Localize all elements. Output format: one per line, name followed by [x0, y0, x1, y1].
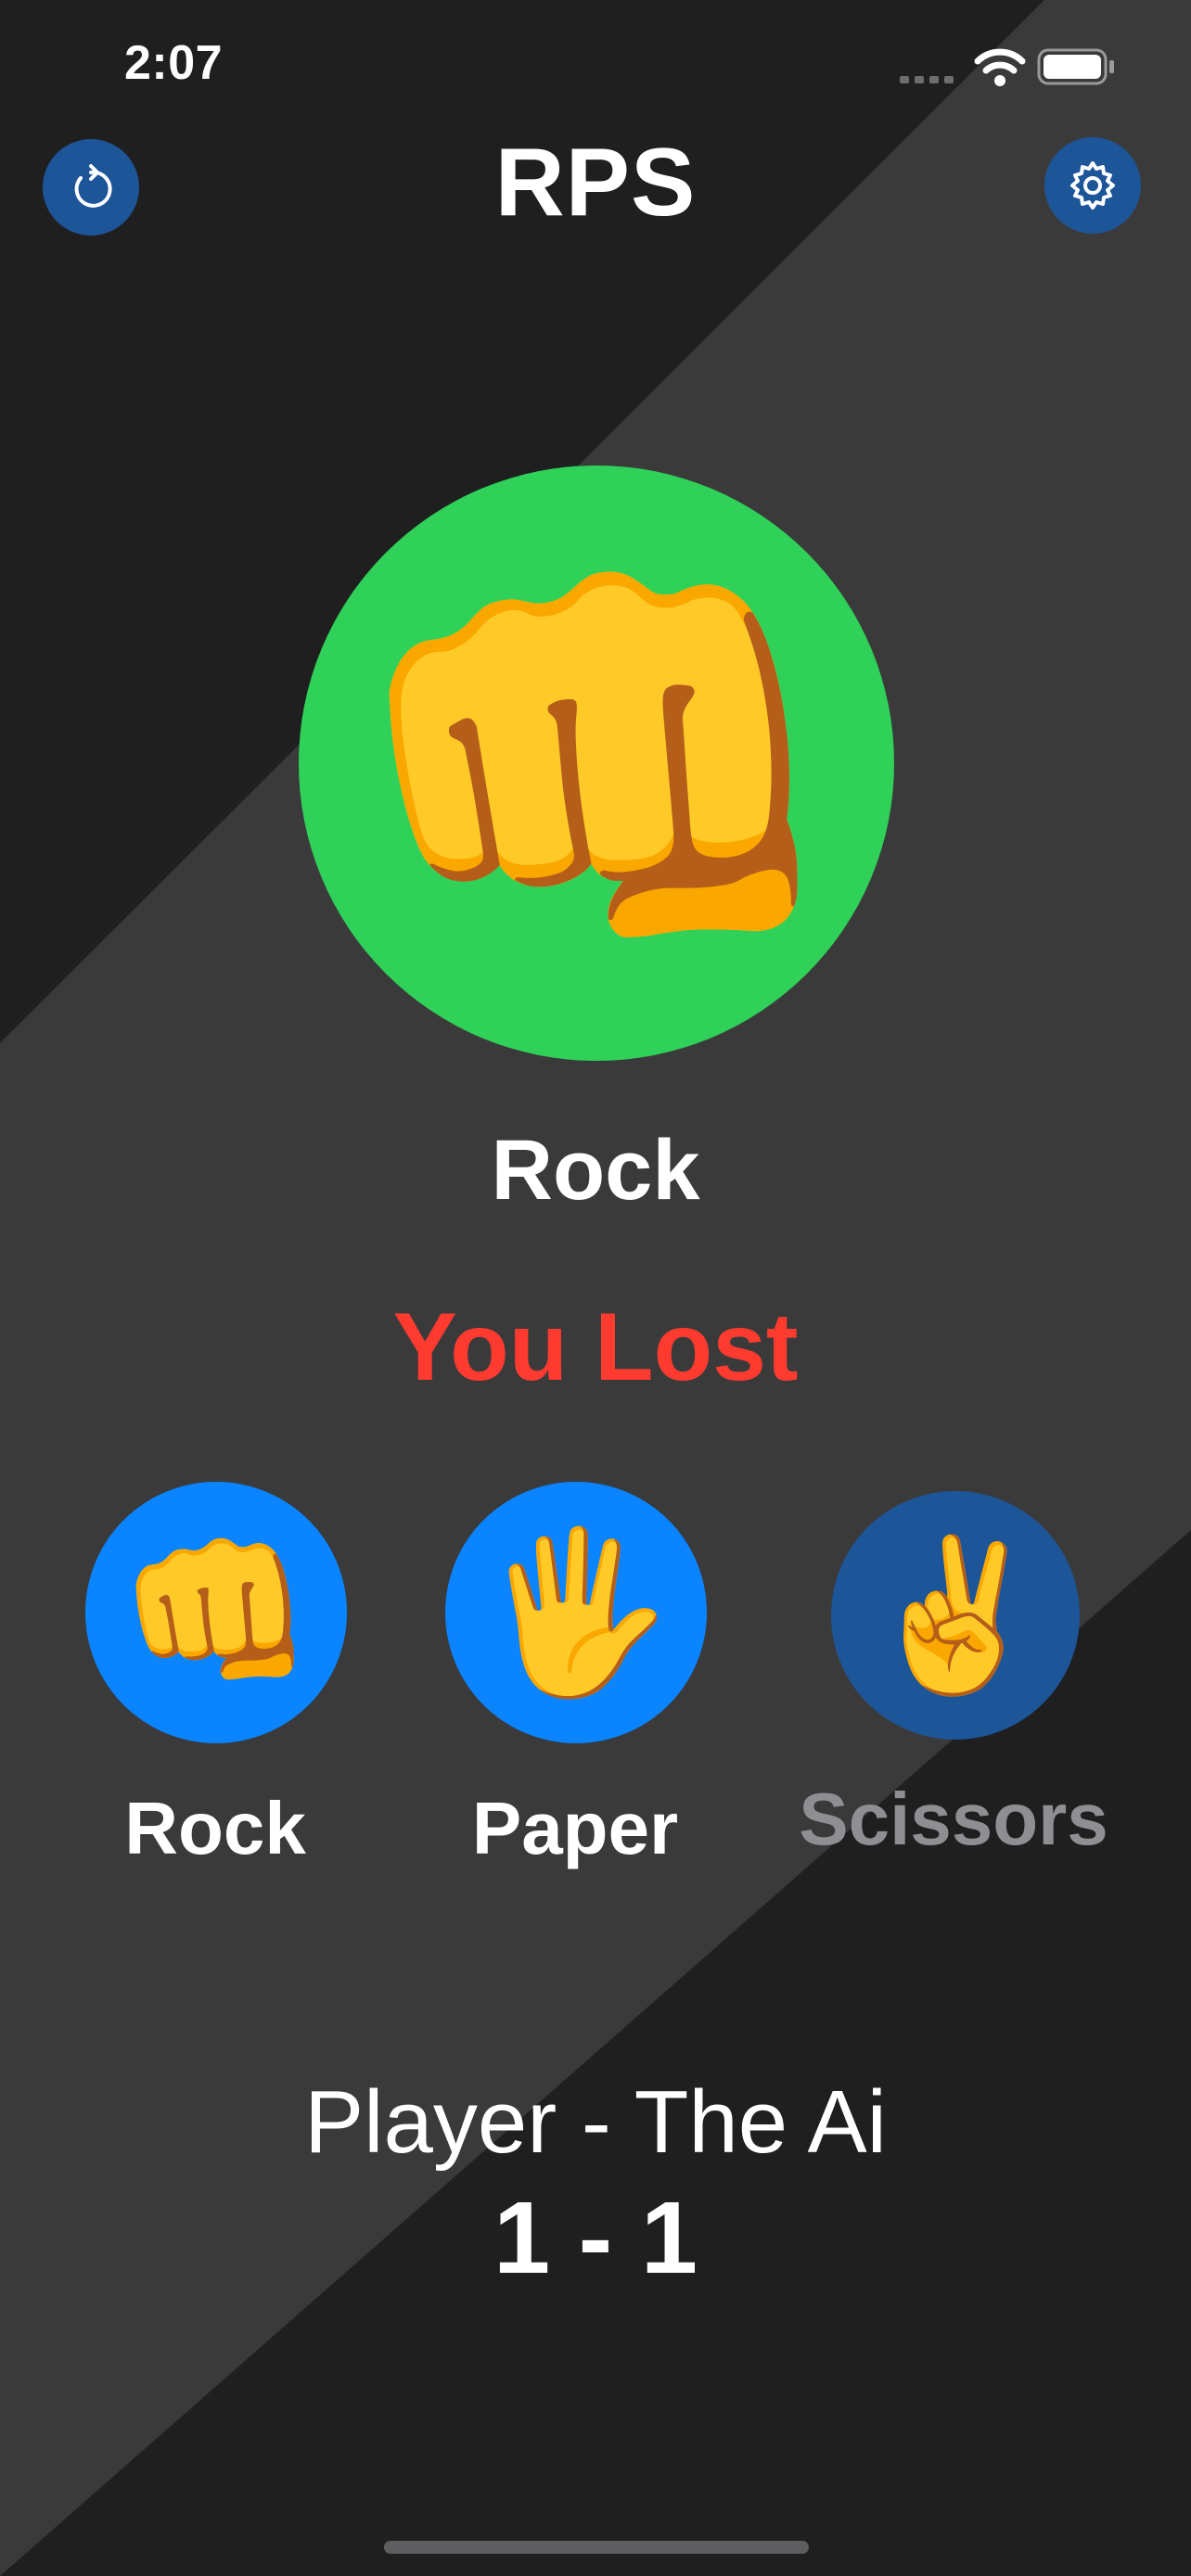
settings-gear-icon — [1070, 161, 1115, 210]
scissors-emoji: ✌️ — [863, 1532, 1048, 1698]
score-value: 1 - 1 — [493, 2181, 698, 2295]
rock-choice-button[interactable]: 👊 — [85, 1482, 347, 1743]
paper-choice-button[interactable]: 🖐️ — [445, 1482, 707, 1743]
ai-choice-emoji: 👊 — [342, 535, 851, 990]
result-text: You Lost — [392, 1294, 799, 1401]
home-indicator[interactable] — [384, 2541, 809, 2554]
paper-emoji: 🖐️ — [478, 1524, 674, 1701]
status-time: 2:07 — [124, 36, 224, 90]
battery-icon — [1037, 48, 1114, 85]
signal-icon — [900, 76, 954, 83]
paper-choice-label: Paper — [471, 1787, 679, 1869]
scissors-choice-button[interactable]: ✌️ — [831, 1491, 1080, 1740]
rock-emoji: 👊 — [118, 1524, 314, 1701]
settings-button[interactable] — [1044, 137, 1141, 234]
wifi-icon — [974, 48, 1026, 86]
scissors-choice-label: Scissors — [799, 1778, 1108, 1860]
ai-choice-label: Rock — [491, 1123, 700, 1218]
rock-choice-label: Rock — [124, 1787, 306, 1869]
page-title: RPS — [494, 129, 697, 236]
score-title: Player - The Ai — [304, 2072, 887, 2172]
ai-choice-display: 👊 — [299, 465, 894, 1061]
